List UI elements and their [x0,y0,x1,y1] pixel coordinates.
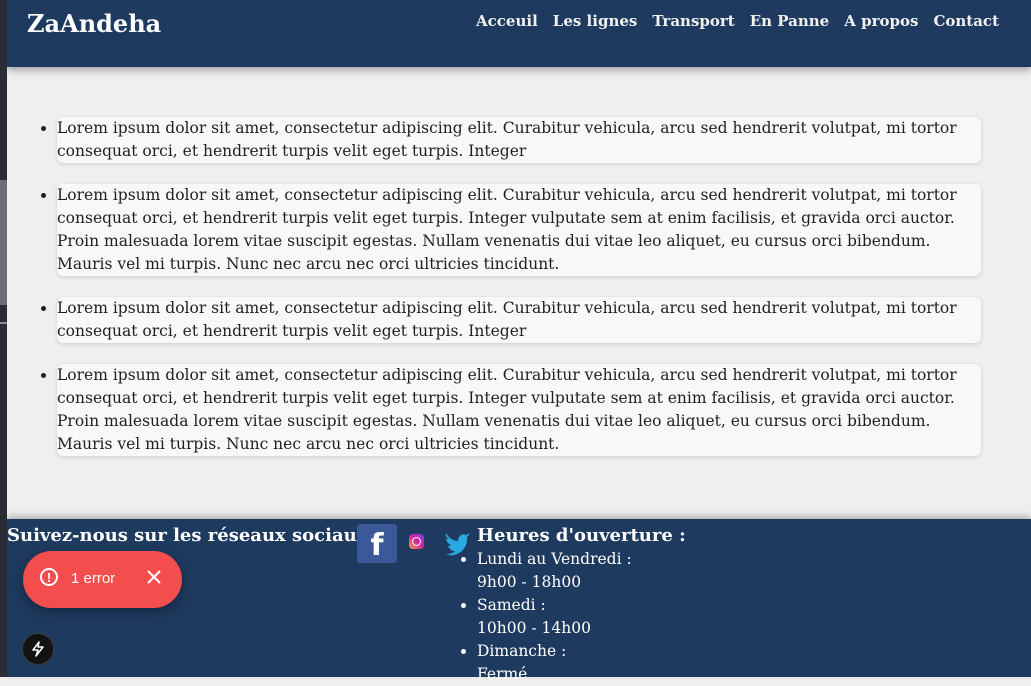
hours-time: Fermé [477,665,528,683]
nav-link-transport[interactable]: Transport [652,12,734,30]
opening-hours-title: Heures d'ouverture : [477,525,686,546]
window-edge-divider [0,322,7,324]
nav-link-contact[interactable]: Contact [933,12,999,30]
list-item: Lorem ipsum dolor sit amet, consectetur … [57,117,981,163]
opening-hours-list: Lundi au Vendredi : 9h00 - 18h00 Samedi … [477,548,686,686]
hours-day: Lundi au Vendredi : [477,550,632,568]
error-count-label: 1 error [71,570,116,587]
lightning-icon[interactable] [23,634,53,664]
nav-link-en-panne[interactable]: En Panne [750,12,830,30]
instagram-icon[interactable] [409,534,424,549]
alert-circle-icon: ! [40,568,58,586]
hours-day: Dimanche : [477,642,567,660]
hours-item: Dimanche : Fermé [477,640,686,686]
site-header: ZaAndeha Acceuil Les lignes Transport En… [7,0,1031,67]
social-follow-label: Suivez-nous sur les réseaux sociaux : [7,525,381,546]
hours-day: Samedi : [477,596,546,614]
close-icon[interactable] [143,566,165,588]
error-toast[interactable]: ! 1 error [23,551,182,608]
window-edge [0,0,7,677]
opening-hours: Heures d'ouverture : Lundi au Vendredi :… [477,525,686,686]
nav-link-acceuil[interactable]: Acceuil [476,12,538,30]
list-item: Lorem ipsum dolor sit amet, consectetur … [57,364,981,456]
main-content: Lorem ipsum dolor sit amet, consectetur … [7,67,1031,519]
window-edge-segment [0,180,7,305]
hours-time: 9h00 - 18h00 [477,573,582,591]
list-item: Lorem ipsum dolor sit amet, consectetur … [57,297,981,343]
post-list: Lorem ipsum dolor sit amet, consectetur … [57,117,981,477]
main-nav: Acceuil Les lignes Transport En Panne A … [476,12,999,30]
site-brand[interactable]: ZaAndeha [27,9,161,38]
nav-link-a-propos[interactable]: A propos [844,12,918,30]
hours-item: Samedi : 10h00 - 14h00 [477,594,686,640]
hours-item: Lundi au Vendredi : 9h00 - 18h00 [477,548,686,594]
facebook-icon[interactable]: f [357,524,397,563]
nav-link-les-lignes[interactable]: Les lignes [553,12,638,30]
list-item: Lorem ipsum dolor sit amet, consectetur … [57,184,981,276]
hours-time: 10h00 - 14h00 [477,619,591,637]
